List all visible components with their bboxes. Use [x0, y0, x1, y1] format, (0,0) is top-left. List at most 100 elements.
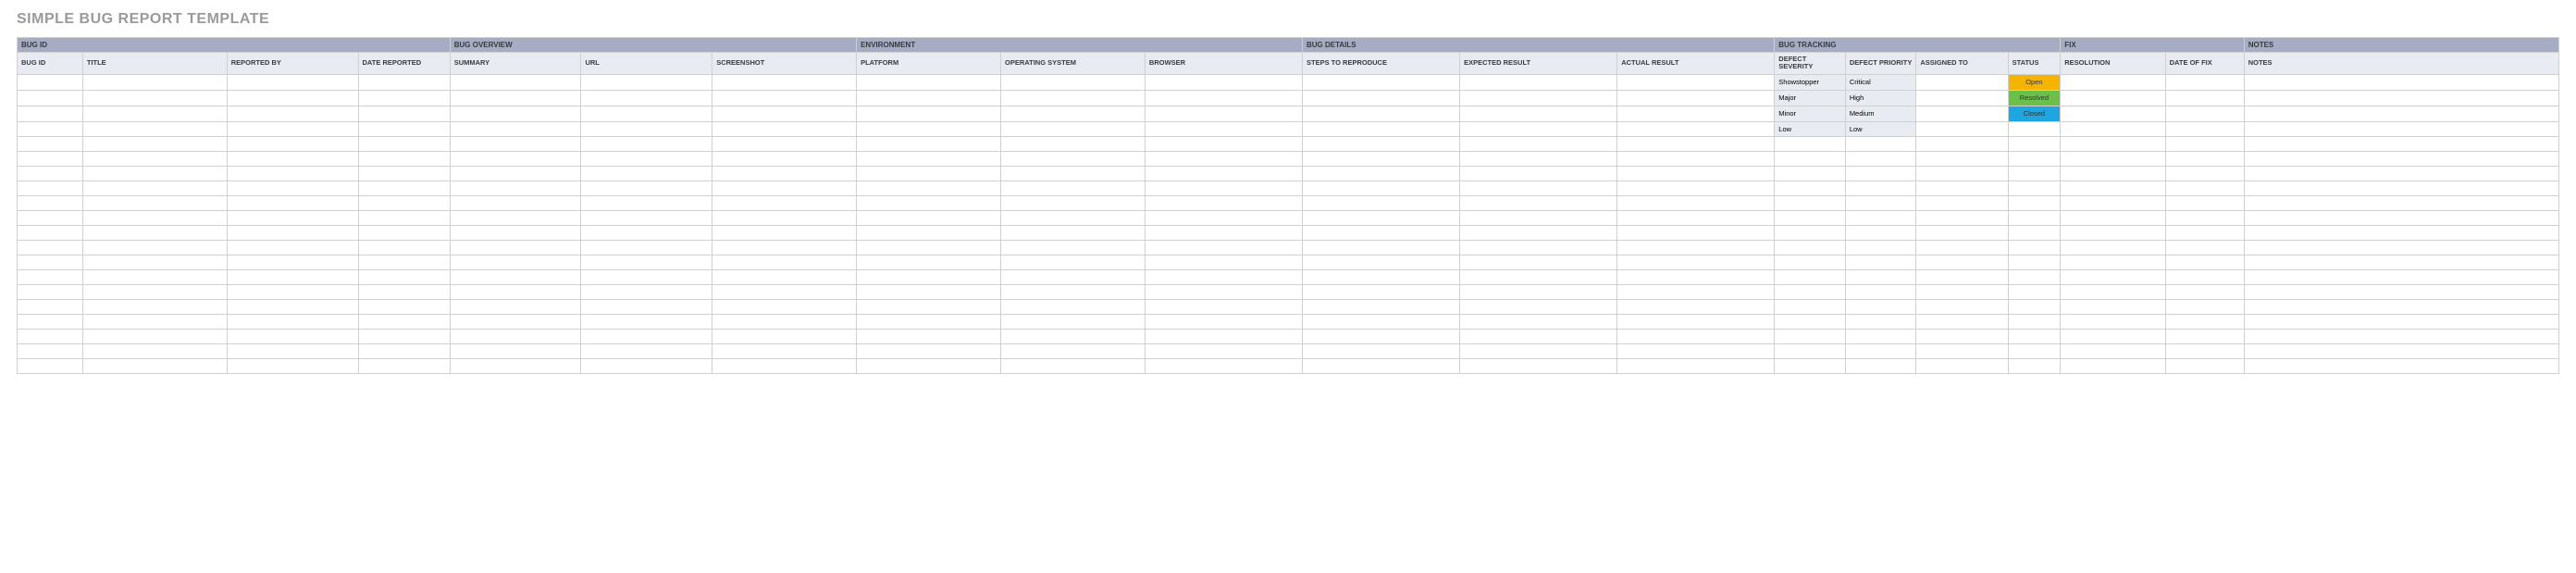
- cell[interactable]: [2008, 136, 2061, 151]
- cell[interactable]: [1001, 136, 1146, 151]
- cell[interactable]: [1775, 269, 1846, 284]
- cell[interactable]: [358, 181, 450, 195]
- cell[interactable]: [2165, 225, 2244, 240]
- cell[interactable]: [1916, 299, 2008, 314]
- cell[interactable]: [1775, 240, 1846, 255]
- cell[interactable]: [1001, 181, 1146, 195]
- cell[interactable]: [857, 358, 1001, 373]
- cell[interactable]: [1916, 210, 2008, 225]
- cell[interactable]: [1001, 74, 1146, 90]
- cell[interactable]: [712, 299, 857, 314]
- cell[interactable]: [1775, 225, 1846, 240]
- cell[interactable]: [1145, 299, 1302, 314]
- cell[interactable]: [1303, 225, 1460, 240]
- cell[interactable]: [18, 299, 83, 314]
- cell[interactable]: [712, 106, 857, 121]
- cell[interactable]: [358, 195, 450, 210]
- cell[interactable]: [227, 314, 358, 329]
- cell[interactable]: [1916, 106, 2008, 121]
- cell[interactable]: [450, 284, 581, 299]
- cell[interactable]: [1145, 166, 1302, 181]
- cell[interactable]: [857, 225, 1001, 240]
- cell[interactable]: [1916, 90, 2008, 106]
- cell[interactable]: [2061, 151, 2165, 166]
- cell[interactable]: [712, 181, 857, 195]
- cell[interactable]: [227, 225, 358, 240]
- cell[interactable]: [1460, 284, 1617, 299]
- cell[interactable]: [358, 329, 450, 343]
- cell[interactable]: [82, 151, 227, 166]
- cell[interactable]: [581, 255, 712, 269]
- cell[interactable]: [2165, 210, 2244, 225]
- cell[interactable]: [2165, 240, 2244, 255]
- cell[interactable]: [712, 240, 857, 255]
- cell[interactable]: [1775, 299, 1846, 314]
- cell[interactable]: [581, 74, 712, 90]
- cell[interactable]: [1845, 299, 1916, 314]
- cell[interactable]: [581, 284, 712, 299]
- cell[interactable]: [1916, 269, 2008, 284]
- cell[interactable]: [2244, 121, 2558, 136]
- priority-option[interactable]: Low: [1845, 121, 1916, 136]
- cell[interactable]: [358, 210, 450, 225]
- cell[interactable]: [1303, 166, 1460, 181]
- cell[interactable]: [358, 240, 450, 255]
- cell[interactable]: [2008, 240, 2061, 255]
- cell[interactable]: [2244, 195, 2558, 210]
- cell[interactable]: [2244, 299, 2558, 314]
- cell[interactable]: [2244, 166, 2558, 181]
- cell[interactable]: [857, 240, 1001, 255]
- cell[interactable]: [227, 181, 358, 195]
- cell[interactable]: Closed: [2008, 106, 2061, 121]
- cell[interactable]: [2244, 151, 2558, 166]
- cell[interactable]: [1845, 166, 1916, 181]
- cell[interactable]: [1145, 225, 1302, 240]
- cell[interactable]: [82, 106, 227, 121]
- priority-option[interactable]: High: [1845, 90, 1916, 106]
- cell[interactable]: [18, 255, 83, 269]
- cell[interactable]: [1001, 225, 1146, 240]
- cell[interactable]: [1775, 343, 1846, 358]
- cell[interactable]: [2061, 225, 2165, 240]
- cell[interactable]: [1916, 225, 2008, 240]
- cell[interactable]: [2165, 181, 2244, 195]
- cell[interactable]: [2061, 269, 2165, 284]
- cell[interactable]: [2165, 343, 2244, 358]
- cell[interactable]: [581, 166, 712, 181]
- cell[interactable]: [1775, 255, 1846, 269]
- cell[interactable]: [358, 284, 450, 299]
- cell[interactable]: [2165, 358, 2244, 373]
- cell[interactable]: [2061, 74, 2165, 90]
- cell[interactable]: [1303, 151, 1460, 166]
- cell[interactable]: [2008, 225, 2061, 240]
- cell[interactable]: [2165, 74, 2244, 90]
- cell[interactable]: [857, 284, 1001, 299]
- cell[interactable]: [1916, 343, 2008, 358]
- cell[interactable]: [1845, 269, 1916, 284]
- cell[interactable]: [857, 314, 1001, 329]
- cell[interactable]: [1845, 358, 1916, 373]
- cell[interactable]: [18, 240, 83, 255]
- cell[interactable]: [450, 299, 581, 314]
- cell[interactable]: [227, 343, 358, 358]
- cell[interactable]: [2244, 210, 2558, 225]
- cell[interactable]: [857, 121, 1001, 136]
- cell[interactable]: [2061, 166, 2165, 181]
- severity-option[interactable]: Showstopper: [1775, 74, 1846, 90]
- cell[interactable]: [1617, 136, 1775, 151]
- cell[interactable]: [1617, 90, 1775, 106]
- cell[interactable]: [857, 299, 1001, 314]
- cell[interactable]: [18, 136, 83, 151]
- cell[interactable]: [18, 106, 83, 121]
- cell[interactable]: [581, 136, 712, 151]
- cell[interactable]: [2165, 329, 2244, 343]
- cell[interactable]: [1460, 329, 1617, 343]
- cell[interactable]: [1001, 195, 1146, 210]
- cell[interactable]: [1775, 195, 1846, 210]
- cell[interactable]: [2165, 195, 2244, 210]
- cell[interactable]: [1916, 255, 2008, 269]
- cell[interactable]: [1303, 106, 1460, 121]
- cell[interactable]: [82, 240, 227, 255]
- cell[interactable]: [1145, 195, 1302, 210]
- cell[interactable]: [1775, 314, 1846, 329]
